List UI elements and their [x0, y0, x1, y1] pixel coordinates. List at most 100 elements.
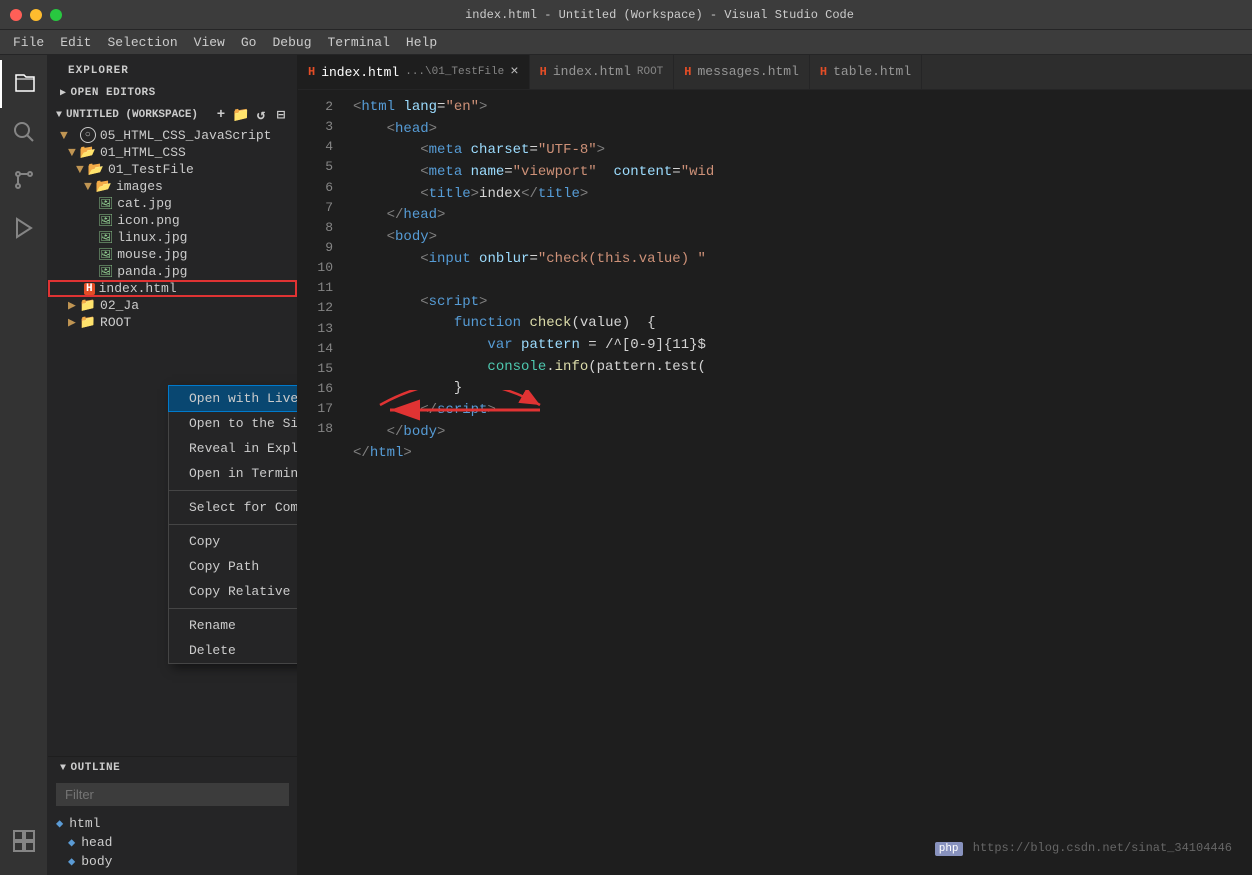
source-control-icon[interactable]: [0, 156, 48, 204]
menu-item-label: Open to the Side: [189, 416, 298, 431]
code-line-12: function check(value) {: [348, 313, 1252, 335]
tab-index-html-active[interactable]: H index.html ...\01_TestFile ×: [298, 55, 530, 89]
menu-item-label: Open with Live Server: [189, 391, 298, 406]
extensions-icon[interactable]: [0, 817, 48, 865]
outline-item-body[interactable]: ◆ body: [48, 852, 297, 871]
context-menu-open-side[interactable]: Open to the Side Ctrl+Enter: [169, 411, 298, 436]
image-icon: 🖼: [98, 213, 113, 228]
workspace-chevron-icon: ▼: [56, 110, 62, 121]
tab-index-html-root[interactable]: H index.html ROOT: [530, 55, 675, 89]
menu-item-label: Select for Compare: [189, 500, 298, 515]
tab-messages-html[interactable]: H messages.html: [674, 55, 810, 89]
outline-tree: ◆ html ◆ head ◆ body: [48, 810, 297, 875]
tree-item-cat[interactable]: 🖼 cat.jpg: [48, 195, 297, 212]
tree-item-01-html-css[interactable]: ▼ 📂 01_HTML_CSS: [48, 144, 297, 161]
folder-icon: ▼: [68, 145, 76, 160]
debug-icon[interactable]: [0, 204, 48, 252]
explorer-icon[interactable]: [0, 60, 48, 108]
code-line-6: <title>index</title>: [348, 184, 1252, 206]
file-label: icon.png: [117, 213, 179, 228]
tree-item-images[interactable]: ▼ 📂 images: [48, 178, 297, 195]
outline-chevron-icon: ▼: [60, 763, 67, 774]
circle-icon: ○: [80, 127, 96, 143]
code-line-14: console.info(pattern.test(: [348, 357, 1252, 379]
folder-open-icon: 📂: [96, 179, 112, 194]
code-line-11: <script>: [348, 292, 1252, 314]
folder-icon: ▼: [60, 128, 68, 143]
head-tag-icon: ◆: [68, 835, 75, 850]
folder-open-icon: 📂: [88, 162, 104, 177]
tab-table-html[interactable]: H table.html: [810, 55, 922, 89]
line-numbers: 2 3 4 5 6 7 8 9 10 11 12 13 14 15 16 17 …: [298, 95, 348, 875]
image-icon: 🖼: [98, 196, 113, 211]
body-tag-icon: ◆: [68, 854, 75, 869]
tree-item-root[interactable]: ▶ 📁 ROOT: [48, 314, 297, 331]
outline-item-html[interactable]: ◆ html: [48, 814, 297, 833]
code-line-15: }: [348, 378, 1252, 400]
file-label: linux.jpg: [117, 230, 187, 245]
php-badge: php: [935, 842, 963, 856]
context-menu-copy-path[interactable]: Copy Path Shift+Alt+C: [169, 554, 298, 579]
context-menu-select-compare[interactable]: Select for Compare: [169, 495, 298, 525]
tab-label: table.html: [833, 64, 911, 79]
tree-item-mouse[interactable]: 🖼 mouse.jpg: [48, 246, 297, 263]
tree-item-icon[interactable]: 🖼 icon.png: [48, 212, 297, 229]
tab-path: ...\01_TestFile: [405, 66, 504, 78]
menu-edit[interactable]: Edit: [52, 33, 99, 52]
menu-terminal[interactable]: Terminal: [320, 33, 398, 52]
tree-item-index-html[interactable]: H index.html: [48, 280, 297, 297]
menu-item-label: Open in Terminal: [189, 466, 298, 481]
file-label: panda.jpg: [117, 264, 187, 279]
new-folder-button[interactable]: 📁: [233, 107, 249, 123]
outline-header[interactable]: ▼ OUTLINE: [48, 757, 297, 779]
file-label: 05_HTML_CSS_JavaScript: [100, 128, 272, 143]
tab-label: index.html: [553, 64, 631, 79]
html-tab-icon: H: [820, 65, 827, 79]
context-menu-rename[interactable]: Rename F2: [169, 613, 298, 638]
image-icon: 🖼: [98, 264, 113, 279]
outline-panel: ▼ OUTLINE ◆ html ◆ head ◆ body: [48, 756, 297, 875]
main-layout: EXPLORER ▶ OPEN EDITORS ▼ UNTITLED (WORK…: [0, 55, 1252, 875]
context-menu-open-live-server[interactable]: Open with Live Server Alt+L Alt+O: [169, 386, 298, 411]
refresh-button[interactable]: ↺: [253, 107, 269, 123]
open-editors-section[interactable]: ▶ OPEN EDITORS: [48, 82, 297, 104]
menu-item-label: Delete: [189, 643, 236, 658]
search-icon[interactable]: [0, 108, 48, 156]
editor-content[interactable]: 2 3 4 5 6 7 8 9 10 11 12 13 14 15 16 17 …: [298, 90, 1252, 875]
menu-file[interactable]: File: [5, 33, 52, 52]
tab-close-button[interactable]: ×: [510, 64, 518, 80]
context-menu-copy[interactable]: Copy Ctrl+C: [169, 529, 298, 554]
code-line-2: <html lang="en">: [348, 97, 1252, 119]
tab-label: index.html: [321, 65, 399, 80]
outline-filter-input[interactable]: [56, 783, 289, 806]
tree-item-panda[interactable]: 🖼 panda.jpg: [48, 263, 297, 280]
code-line-3: <head>: [348, 119, 1252, 141]
code-line-4: <meta charset="UTF-8">: [348, 140, 1252, 162]
workspace-header[interactable]: ▼ UNTITLED (WORKSPACE) + 📁 ↺ ⊟: [48, 104, 297, 126]
collapse-button[interactable]: ⊟: [273, 107, 289, 123]
code-editor[interactable]: <html lang="en"> <head> <meta charset="U…: [348, 95, 1252, 875]
context-menu-copy-relative-path[interactable]: Copy Relative Path Ctrl+K Ctrl+Alt+C: [169, 579, 298, 609]
context-menu-reveal-explorer[interactable]: Reveal in Explorer Shift+Alt+R: [169, 436, 298, 461]
file-label: mouse.jpg: [117, 247, 187, 262]
menu-help[interactable]: Help: [398, 33, 445, 52]
outline-item-head[interactable]: ◆ head: [48, 833, 297, 852]
tree-item-02-ja[interactable]: ▶ 📁 02_Ja: [48, 297, 297, 314]
menu-go[interactable]: Go: [233, 33, 265, 52]
new-file-button[interactable]: +: [213, 107, 229, 123]
menu-view[interactable]: View: [186, 33, 233, 52]
code-line-13: var pattern = /^[0-9]{11}$: [348, 335, 1252, 357]
tree-item-01-testfile[interactable]: ▼ 📂 01_TestFile: [48, 161, 297, 178]
title-bar: index.html - Untitled (Workspace) - Visu…: [0, 0, 1252, 30]
tree-item-05-html[interactable]: ▼ ○ 05_HTML_CSS_JavaScript: [48, 126, 297, 144]
sidebar-title: EXPLORER: [48, 55, 297, 82]
context-menu-open-terminal[interactable]: Open in Terminal: [169, 461, 298, 491]
tree-item-linux[interactable]: 🖼 linux.jpg: [48, 229, 297, 246]
menu-debug[interactable]: Debug: [264, 33, 319, 52]
menu-selection[interactable]: Selection: [99, 33, 185, 52]
html-tab-icon: H: [308, 65, 315, 79]
folder-icon: ▼: [76, 162, 84, 177]
chevron-icon: ▶: [60, 87, 67, 99]
context-menu-delete[interactable]: Delete Delete: [169, 638, 298, 663]
folder-icon: ▶: [68, 315, 76, 330]
